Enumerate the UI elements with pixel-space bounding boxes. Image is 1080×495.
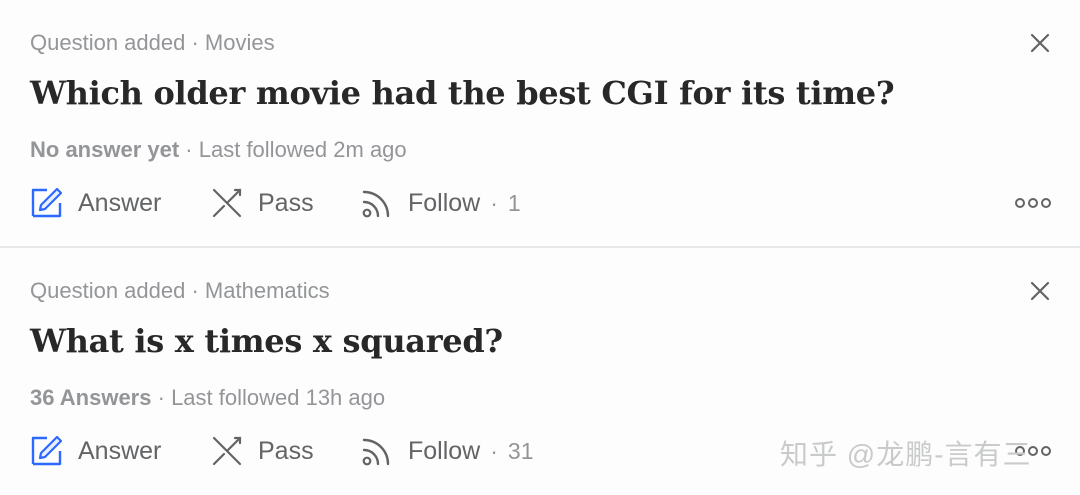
more-options-button[interactable] [1013, 193, 1053, 213]
more-icon [1015, 198, 1051, 208]
pass-icon [212, 188, 242, 218]
stats-separator: · [185, 137, 193, 162]
follow-button[interactable]: Follow · 31 [360, 431, 534, 471]
last-followed: Last followed 13h ago [171, 385, 386, 410]
pass-label: Pass [258, 188, 314, 217]
follow-count: 31 [507, 437, 534, 464]
meta-separator: · [191, 278, 199, 303]
question-meta: Question added · Movies [30, 30, 275, 56]
follow-icon [362, 438, 390, 466]
meta-prefix: Question added [30, 30, 186, 55]
topic-link[interactable]: Mathematics [205, 278, 330, 303]
follow-label: Follow [408, 436, 481, 465]
topic-link[interactable]: Movies [205, 30, 275, 55]
meta-separator: · [191, 30, 199, 55]
question-title[interactable]: Which older movie had the best CGI for i… [30, 74, 895, 112]
follow-count: 1 [507, 189, 521, 216]
question-stats: No answer yet · Last followed 2m ago [30, 137, 407, 163]
question-stats: 36 Answers · Last followed 13h ago [30, 385, 385, 411]
pass-button[interactable]: Pass [210, 431, 314, 471]
last-followed: Last followed 2m ago [198, 137, 407, 162]
pass-icon [212, 436, 242, 466]
meta-prefix: Question added [30, 278, 186, 303]
follow-icon [362, 190, 390, 218]
dismiss-button[interactable] [1027, 30, 1053, 56]
pass-label: Pass [258, 436, 314, 465]
follow-label: Follow [408, 188, 481, 217]
dismiss-button[interactable] [1027, 278, 1053, 304]
follow-separator: · [490, 437, 498, 464]
answer-button[interactable]: Answer [30, 183, 161, 223]
close-icon [1030, 33, 1050, 53]
answers-count[interactable]: 36 Answers [30, 385, 151, 410]
close-icon [1030, 281, 1050, 301]
stats-separator: · [157, 385, 165, 410]
answer-button[interactable]: Answer [30, 431, 161, 471]
pass-button[interactable]: Pass [210, 183, 314, 223]
follow-button[interactable]: Follow · 1 [360, 183, 521, 223]
question-meta: Question added · Mathematics [30, 278, 330, 304]
watermark: 知乎 @龙鹏-言有三 [780, 439, 1032, 470]
pencil-icon [31, 435, 63, 466]
question-title[interactable]: What is x times x squared? [30, 322, 503, 360]
follow-separator: · [490, 189, 498, 216]
question-feed: Question added · Movies Which older movi… [0, 0, 1080, 495]
question-card: Question added · Movies Which older movi… [0, 0, 1080, 246]
answer-label: Answer [78, 436, 162, 465]
pencil-icon [31, 187, 63, 218]
answers-count[interactable]: No answer yet [30, 137, 179, 162]
action-bar: Answer Pass Follow · 1 [30, 183, 1060, 223]
answer-label: Answer [78, 188, 162, 217]
